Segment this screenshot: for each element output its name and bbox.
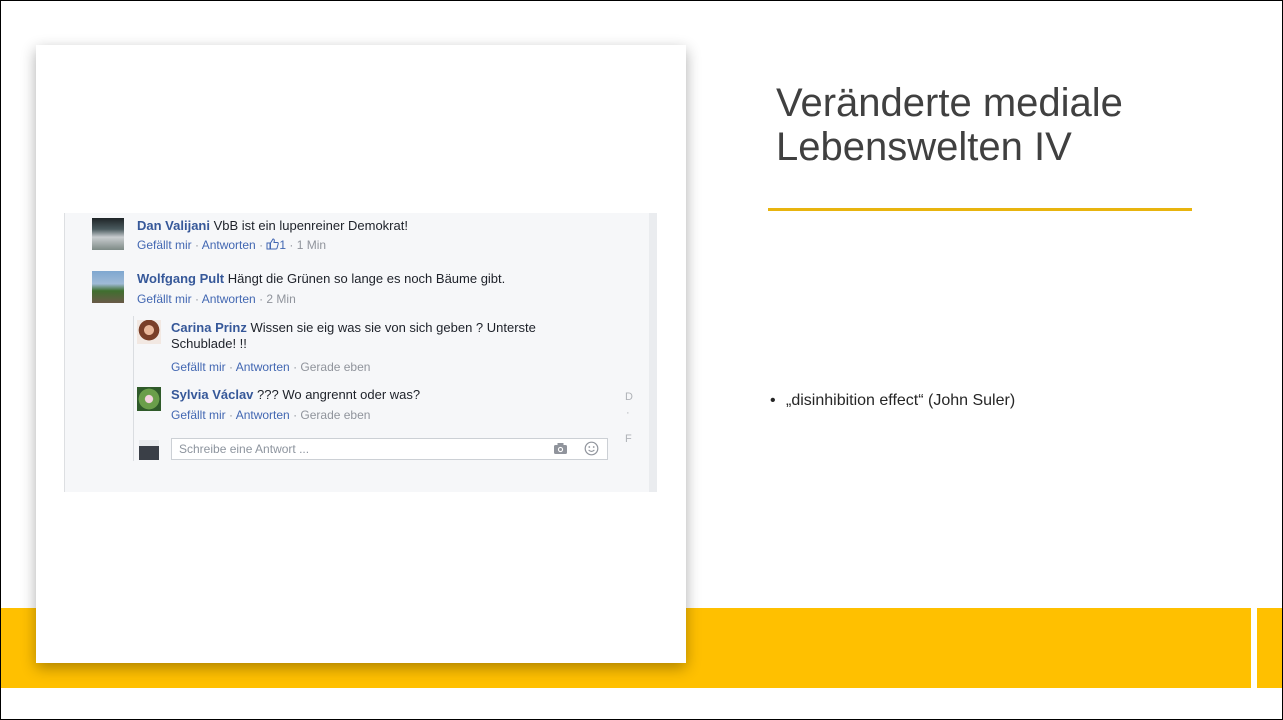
- camera-icon[interactable]: [553, 442, 568, 458]
- like-link[interactable]: Gefällt mir: [171, 408, 226, 422]
- comment-time[interactable]: · 1 Min: [286, 238, 326, 252]
- reply-text: Carina Prinz Wissen sie eig was sie von …: [171, 320, 551, 352]
- reply-link[interactable]: Antworten: [202, 292, 256, 306]
- separator: ·: [191, 238, 202, 252]
- comment-actions: Gefällt mir · Antworten · 1 · 1 Min: [137, 238, 326, 253]
- separator: ·: [225, 360, 236, 374]
- comment-author[interactable]: Wolfgang Pult: [137, 271, 224, 286]
- comment-body: Hängt die Grünen so lange es noch Bäume …: [224, 271, 506, 286]
- scrollbar[interactable]: [649, 213, 657, 492]
- slide-title: Veränderte mediale Lebenswelten IV: [776, 81, 1123, 169]
- avatar[interactable]: [92, 271, 124, 303]
- avatar[interactable]: [137, 387, 161, 411]
- accent-band-gap: [1251, 608, 1257, 688]
- avatar: [139, 440, 159, 460]
- reply-input[interactable]: Schreibe eine Antwort ...: [171, 438, 608, 460]
- comment-text: Wolfgang Pult Hängt die Grünen so lange …: [137, 271, 505, 287]
- bullet-marker: •: [770, 392, 776, 409]
- truncated-text: ·: [626, 407, 630, 419]
- reply-link[interactable]: Antworten: [202, 238, 256, 252]
- reply-time[interactable]: · Gerade eben: [290, 408, 370, 422]
- like-link[interactable]: Gefällt mir: [137, 238, 192, 252]
- truncated-text: D: [625, 391, 633, 403]
- reply-text: Sylvia Václav ??? Wo angrennt oder was?: [171, 387, 420, 403]
- image-card: Dan Valijani VbB ist ein lupenreiner Dem…: [36, 45, 686, 663]
- like-link[interactable]: Gefällt mir: [171, 360, 226, 374]
- truncated-text: F: [625, 433, 632, 445]
- emoji-icon[interactable]: [584, 441, 599, 459]
- reply-actions: Gefällt mir · Antworten · Gerade eben: [171, 360, 370, 375]
- avatar[interactable]: [137, 320, 161, 344]
- slide: Dan Valijani VbB ist ein lupenreiner Dem…: [0, 0, 1283, 720]
- facebook-comments-screenshot: Dan Valijani VbB ist ein lupenreiner Dem…: [64, 213, 657, 492]
- comment-text: Dan Valijani VbB ist ein lupenreiner Dem…: [137, 218, 408, 234]
- like-link[interactable]: Gefällt mir: [137, 292, 192, 306]
- reply-input-placeholder: Schreibe eine Antwort ...: [179, 442, 310, 456]
- avatar[interactable]: [92, 218, 124, 250]
- reply-author[interactable]: Carina Prinz: [171, 320, 247, 335]
- comment-body: VbB ist ein lupenreiner Demokrat!: [209, 218, 408, 233]
- comment-time[interactable]: · 2 Min: [256, 292, 296, 306]
- reply-actions: Gefällt mir · Antworten · Gerade eben: [171, 408, 370, 423]
- bullet-item: • „disinhibition effect“ (John Suler): [770, 392, 1015, 410]
- title-underline: [768, 208, 1192, 211]
- comment-author[interactable]: Dan Valijani: [137, 218, 210, 233]
- separator: ·: [255, 238, 267, 252]
- comment-actions: Gefällt mir · Antworten · 2 Min: [137, 292, 296, 307]
- separator: ·: [191, 292, 202, 306]
- thumbs-up-icon[interactable]: [266, 238, 280, 252]
- reply-thread-line: [133, 316, 134, 461]
- separator: ·: [225, 408, 236, 422]
- reply-time[interactable]: · Gerade eben: [290, 360, 370, 374]
- screenshot-border: [64, 213, 65, 492]
- reply-body: ??? Wo angrennt oder was?: [253, 387, 421, 402]
- reply-author[interactable]: Sylvia Václav: [171, 387, 253, 402]
- reply-link[interactable]: Antworten: [236, 360, 290, 374]
- bullet-text: „disinhibition effect“ (John Suler): [786, 392, 1016, 409]
- reply-link[interactable]: Antworten: [236, 408, 290, 422]
